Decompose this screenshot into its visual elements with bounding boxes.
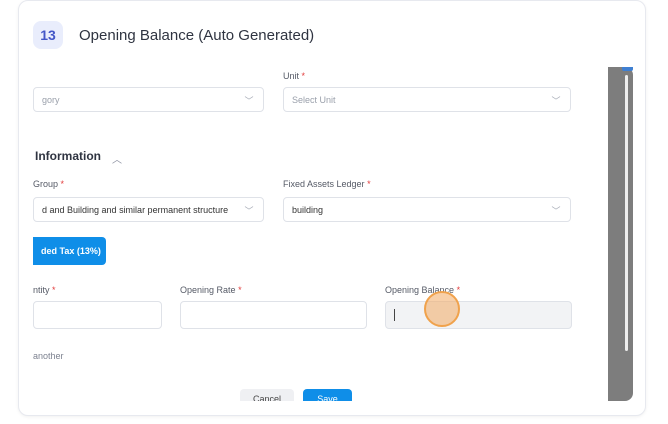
unit-label-text: Unit [283,71,300,81]
unit-placeholder: Select Unit [292,94,336,105]
modal-backdrop [608,67,633,401]
required-mark: * [367,179,371,189]
group-label: Group * [33,179,64,189]
ledger-label-text: Fixed Assets Ledger [283,179,365,189]
chevron-down-icon: ﹀ [551,95,561,106]
group-select[interactable]: d and Building and similar permanent str… [33,197,264,222]
required-mark: * [60,179,65,189]
group-label-text: Group [33,179,59,189]
ledger-label: Fixed Assets Ledger * [283,179,371,189]
scrollbar[interactable] [625,75,628,351]
opening-rate-input[interactable] [180,301,367,329]
step-header: 13 Opening Balance (Auto Generated) [33,21,314,49]
category-placeholder: gory [42,94,60,105]
opening-rate-label-text: Opening Rate [180,285,236,295]
step-card: 13 Opening Balance (Auto Generated) Unit… [18,0,646,416]
chevron-down-icon: ﹀ [244,205,254,216]
quantity-input[interactable] [33,301,162,329]
unit-select[interactable]: Select Unit ﹀ [283,87,571,112]
step-number-badge: 13 [33,21,63,49]
cancel-button[interactable]: Cancel [240,389,294,401]
text-cursor [394,309,395,321]
opening-balance-input[interactable] [385,301,572,329]
add-another-link[interactable]: another [33,351,64,361]
category-select[interactable]: gory ﹀ [33,87,264,112]
tax-button[interactable]: ded Tax (13%) [33,237,106,265]
required-mark: * [456,285,461,295]
quantity-label-text: ntity [33,285,50,295]
chevron-up-icon[interactable]: ︿ [112,151,122,166]
required-mark: * [238,285,242,295]
chevron-down-icon: ﹀ [551,205,561,216]
required-mark: * [301,71,306,81]
group-value: d and Building and similar permanent str… [42,204,229,215]
ledger-value: building [292,204,324,215]
step-title: Opening Balance (Auto Generated) [79,26,315,44]
opening-rate-label: Opening Rate * [180,285,242,295]
quantity-label: ntity * [33,285,56,295]
required-mark: * [52,285,56,295]
backdrop-tab [622,67,633,71]
save-button[interactable]: Save [303,389,352,401]
screenshot-area: Unit * gory ﹀ Select Unit ﹀ Information … [33,67,633,401]
ledger-select[interactable]: building ﹀ [283,197,571,222]
unit-label: Unit * [283,71,305,81]
click-highlight [424,291,460,327]
section-title: Information [35,149,101,163]
chevron-down-icon: ﹀ [244,95,254,106]
